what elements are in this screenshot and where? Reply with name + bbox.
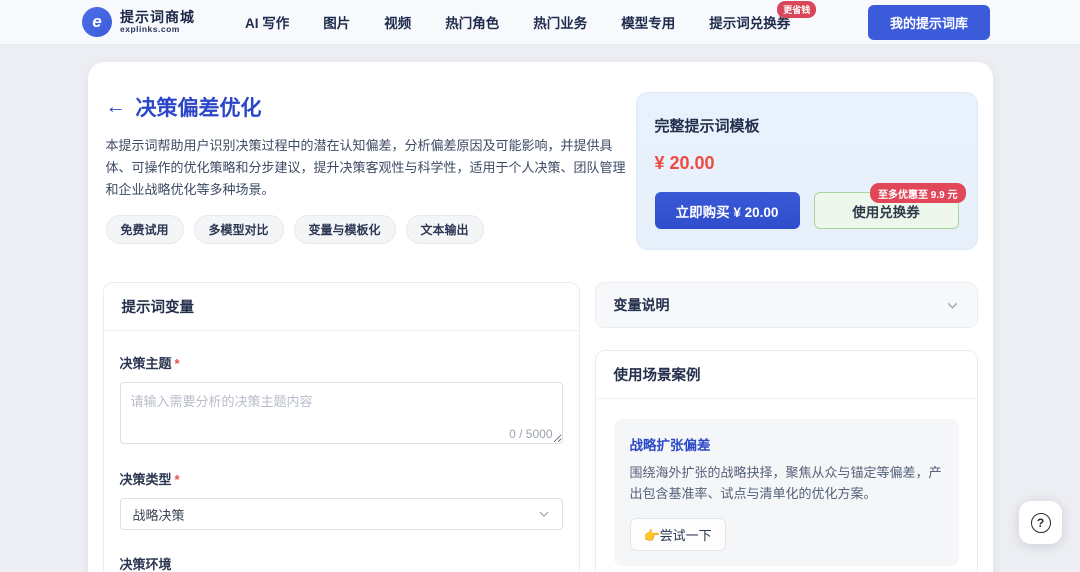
type-label: 决策类型* [120,469,563,488]
voucher-discount-badge: 至多优惠至 9.9 元 [870,183,965,203]
nav-item-model-specific[interactable]: 模型专用 [621,12,675,32]
nav-item-voucher[interactable]: 提示词兑换券 更省钱 [709,12,790,32]
feature-tags: 免费试用 多模型对比 变量与模板化 文本输出 [106,215,626,244]
nav-item-video[interactable]: 视频 [384,12,411,32]
required-asterisk: * [175,356,180,371]
use-case-title: 战略扩张偏差 [630,434,943,454]
main-nav: AI 写作 图片 视频 热门角色 热门业务 模型专用 提示词兑换券 更省钱 [245,12,790,32]
purchase-price: ¥ 20.00 [655,153,959,174]
tag-multi-model: 多模型对比 [194,215,284,244]
prompt-variables-title: 提示词变量 [104,283,579,331]
topic-label-text: 决策主题 [120,356,172,371]
nav-item-popular-business[interactable]: 热门业务 [533,12,587,32]
decision-type-select[interactable]: 战略决策 [120,498,563,530]
prompt-description: 本提示词帮助用户识别决策过程中的潜在认知偏差，分析偏差原因及可能影响，并提供具体… [106,135,626,201]
brand-logo[interactable]: e 提示词商城 explinks.com [82,7,195,37]
tag-variables-template: 变量与模板化 [294,215,396,244]
env-label: 决策环境 [120,554,563,572]
decision-type-value: 战略决策 [133,505,185,524]
chevron-down-icon [538,508,550,520]
topic-label: 决策主题* [120,353,563,372]
tag-text-output: 文本输出 [406,215,484,244]
variables-explain-title: 变量说明 [614,295,670,315]
nav-item-popular-roles[interactable]: 热门角色 [445,12,499,32]
question-mark-icon: ? [1031,513,1051,533]
main-content-card: ← 决策偏差优化 本提示词帮助用户识别决策过程中的潜在认知偏差，分析偏差原因及可… [88,62,993,572]
save-money-badge: 更省钱 [777,1,816,18]
brand-name: 提示词商城 [120,10,195,25]
purchase-card: 完整提示词模板 ¥ 20.00 立即购买 ¥ 20.00 使用兑换券 至多优惠至… [636,92,978,250]
use-cases-title: 使用场景案例 [596,351,977,399]
top-navbar: e 提示词商城 explinks.com AI 写作 图片 视频 热门角色 热门… [0,0,1080,45]
nav-item-voucher-label: 提示词兑换券 [709,16,790,31]
prompt-intro: ← 决策偏差优化 本提示词帮助用户识别决策过程中的潜在认知偏差，分析偏差原因及可… [106,92,626,244]
tag-free-trial: 免费试用 [106,215,184,244]
brand-logo-icon: e [82,7,112,37]
help-button[interactable]: ? [1019,501,1062,544]
purchase-title: 完整提示词模板 [655,115,959,136]
variables-explain-collapse[interactable]: 变量说明 [595,282,978,328]
required-asterisk: * [175,472,180,487]
type-label-text: 决策类型 [120,472,172,487]
use-cases-panel: 使用场景案例 战略扩张偏差 围绕海外扩张的战略抉择，聚焦从众与锚定等偏差，产出包… [595,350,978,572]
page-title: 决策偏差优化 [136,92,262,122]
nav-item-ai-writing[interactable]: AI 写作 [245,12,289,32]
my-prompt-library-button[interactable]: 我的提示词库 [868,5,990,40]
prompt-variables-panel: 提示词变量 决策主题* 0 / 5000 决策类型* 战略决策 [103,282,580,572]
try-it-button[interactable]: 👉尝试一下 [630,518,726,551]
use-case-description: 围绕海外扩张的战略抉择，聚焦从众与锚定等偏差，产出包含基准率、试点与清单化的优化… [630,463,943,505]
brand-text: 提示词商城 explinks.com [120,10,195,35]
chevron-down-icon [946,299,959,312]
topic-textarea[interactable] [120,382,563,444]
use-case-item: 战略扩张偏差 围绕海外扩张的战略抉择，聚焦从众与锚定等偏差，产出包含基准率、试点… [614,419,959,566]
back-arrow-icon[interactable]: ← [106,97,126,117]
buy-now-button[interactable]: 立即购买 ¥ 20.00 [655,192,800,229]
brand-domain: explinks.com [120,25,195,34]
nav-item-images[interactable]: 图片 [323,12,350,32]
